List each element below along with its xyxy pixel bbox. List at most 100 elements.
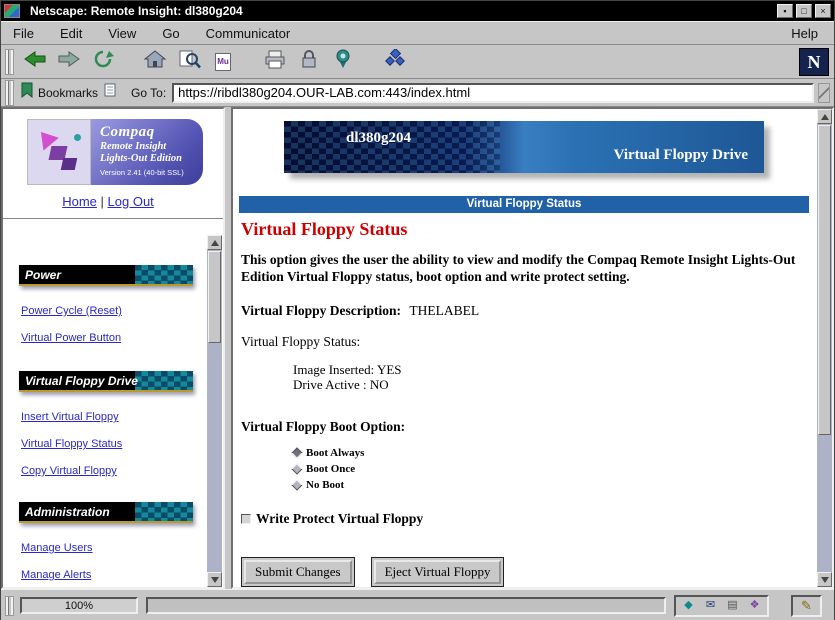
- submit-changes-button[interactable]: Submit Changes: [241, 557, 355, 587]
- print-button[interactable]: [258, 47, 292, 77]
- product-line-2: Lights-Out Edition: [100, 153, 197, 165]
- checkbox-icon[interactable]: [241, 514, 251, 524]
- newsgroups-icon[interactable]: ▤: [723, 598, 742, 614]
- radio-boot-once[interactable]: Boot Once: [293, 463, 809, 475]
- page-title: Virtual Floppy Status: [241, 219, 809, 240]
- minimize-button[interactable]: ▪: [777, 4, 793, 18]
- back-button[interactable]: [18, 47, 52, 77]
- status-lines: Image Inserted: YES Drive Active : NO: [293, 362, 809, 393]
- section-title-bar: Virtual Floppy Status: [239, 196, 809, 213]
- sidebar-item-manage-users[interactable]: Manage Users: [21, 542, 193, 554]
- radio-label: No Boot: [306, 479, 344, 491]
- link-separator: |: [101, 194, 104, 209]
- quickfile-icon[interactable]: [104, 83, 117, 103]
- scroll-down-arrow[interactable]: [207, 572, 222, 587]
- url-input[interactable]: [172, 83, 814, 103]
- nav-section-title: Power: [19, 265, 61, 282]
- brand-name: Compaq: [100, 124, 197, 141]
- eject-virtual-floppy-button[interactable]: Eject Virtual Floppy: [371, 557, 505, 587]
- banner-texture: [284, 121, 500, 173]
- radio-boot-always[interactable]: Boot Always: [293, 447, 809, 459]
- logout-link[interactable]: Log Out: [108, 194, 154, 209]
- menu-file[interactable]: File: [13, 26, 34, 41]
- menu-view[interactable]: View: [108, 26, 136, 41]
- my-netscape-icon: Mu: [215, 53, 231, 71]
- mail-icon[interactable]: ✉: [701, 598, 720, 614]
- toolbar-grip[interactable]: [5, 49, 14, 75]
- sidebar-nav: Power Power Cycle (Reset) Virtual Power …: [3, 235, 223, 587]
- scroll-up-arrow[interactable]: [207, 235, 222, 250]
- netscape-app-icon[interactable]: [4, 4, 20, 18]
- nav-section-title: Virtual Floppy Drive: [19, 371, 138, 388]
- home-link[interactable]: Home: [62, 194, 97, 209]
- nav-section-administration: Administration: [19, 502, 193, 523]
- address-book-icon[interactable]: ❖: [745, 598, 764, 614]
- compaq-logo: Compaq Remote Insight Lights-Out Edition…: [27, 119, 203, 185]
- radio-icon: [291, 464, 302, 475]
- nav-section-title: Administration: [19, 502, 110, 519]
- stop-button[interactable]: [378, 47, 412, 77]
- statusbar-grip[interactable]: [5, 596, 14, 616]
- write-protect-row[interactable]: Write Protect Virtual Floppy: [241, 511, 809, 527]
- print-icon: [263, 49, 287, 74]
- drive-active-value: Drive Active : NO: [293, 377, 809, 392]
- window-titlebar[interactable]: Netscape: Remote Insight: dl380g204 ▪ □ …: [1, 1, 834, 21]
- bookmarks-label[interactable]: Bookmarks: [38, 86, 98, 100]
- progress-label: 100%: [22, 599, 136, 612]
- browser-content: Compaq Remote Insight Lights-Out Edition…: [1, 107, 834, 589]
- component-bar: ◆ ✉ ▤ ❖: [674, 595, 769, 617]
- nav-section-mosaic: [135, 502, 193, 521]
- menu-go[interactable]: Go: [162, 26, 179, 41]
- radio-label: Boot Once: [306, 463, 355, 475]
- version-label: Version 2.41 (40-bit SSL): [100, 168, 197, 177]
- description-label: Virtual Floppy Description:: [241, 303, 401, 318]
- sidebar-item-manage-alerts[interactable]: Manage Alerts: [21, 569, 193, 581]
- sidebar-item-power-cycle[interactable]: Power Cycle (Reset): [21, 305, 193, 317]
- search-icon: [177, 49, 201, 74]
- stop-icon: [384, 49, 406, 74]
- menu-communicator[interactable]: Communicator: [206, 26, 291, 41]
- banner-hostname: dl380g204: [346, 130, 411, 147]
- page-banner: dl380g204 Virtual Floppy Drive: [284, 121, 764, 173]
- scrollbar-thumb[interactable]: [818, 125, 831, 435]
- sidebar-scrollbar[interactable]: [207, 235, 222, 587]
- search-button[interactable]: [172, 47, 206, 77]
- lock-icon: [299, 49, 319, 74]
- my-netscape-button[interactable]: Mu: [206, 47, 240, 77]
- navigator-icon[interactable]: ◆: [679, 598, 698, 614]
- write-protect-label: Write Protect Virtual Floppy: [256, 511, 423, 527]
- locbar-grip[interactable]: [5, 80, 14, 106]
- menu-help[interactable]: Help: [791, 26, 818, 41]
- composer-icon[interactable]: ✎: [797, 598, 816, 614]
- netscape-logo[interactable]: N: [799, 48, 829, 76]
- navigation-toolbar: Mu N: [1, 45, 834, 79]
- scroll-up-arrow[interactable]: [817, 109, 832, 124]
- maximize-button[interactable]: □: [796, 4, 812, 18]
- sidebar-item-virtual-power-button[interactable]: Virtual Power Button: [21, 332, 193, 344]
- status-bar: 100% ◆ ✉ ▤ ❖ ✎: [1, 589, 834, 620]
- home-button[interactable]: [138, 47, 172, 77]
- forward-button[interactable]: [52, 47, 86, 77]
- sidebar-item-virtual-floppy-status[interactable]: Virtual Floppy Status: [21, 438, 193, 450]
- menu-edit[interactable]: Edit: [60, 26, 82, 41]
- locbar-resize-handle[interactable]: [818, 83, 830, 103]
- sidebar-item-copy-virtual-floppy[interactable]: Copy Virtual Floppy: [21, 465, 193, 477]
- compaq-logo-text: Compaq Remote Insight Lights-Out Edition…: [91, 119, 203, 185]
- radio-label: Boot Always: [306, 447, 364, 459]
- compaq-logo-graphic: [27, 119, 91, 185]
- reload-icon: [92, 49, 114, 74]
- netscape-window: Netscape: Remote Insight: dl380g204 ▪ □ …: [0, 0, 835, 620]
- scroll-down-arrow[interactable]: [817, 572, 832, 587]
- menu-bar: File Edit View Go Communicator Help: [1, 21, 834, 45]
- main-scrollbar[interactable]: [817, 109, 832, 587]
- reload-button[interactable]: [86, 47, 120, 77]
- bookmark-icon[interactable]: [20, 82, 34, 103]
- nav-section-mosaic: [135, 265, 193, 284]
- security-button[interactable]: [292, 47, 326, 77]
- banner-page-title: Virtual Floppy Drive: [614, 147, 748, 164]
- radio-no-boot[interactable]: No Boot: [293, 479, 809, 491]
- shop-button[interactable]: [326, 47, 360, 77]
- sidebar-item-insert-virtual-floppy[interactable]: Insert Virtual Floppy: [21, 411, 193, 423]
- scrollbar-thumb[interactable]: [208, 251, 221, 343]
- close-button[interactable]: ×: [815, 4, 831, 18]
